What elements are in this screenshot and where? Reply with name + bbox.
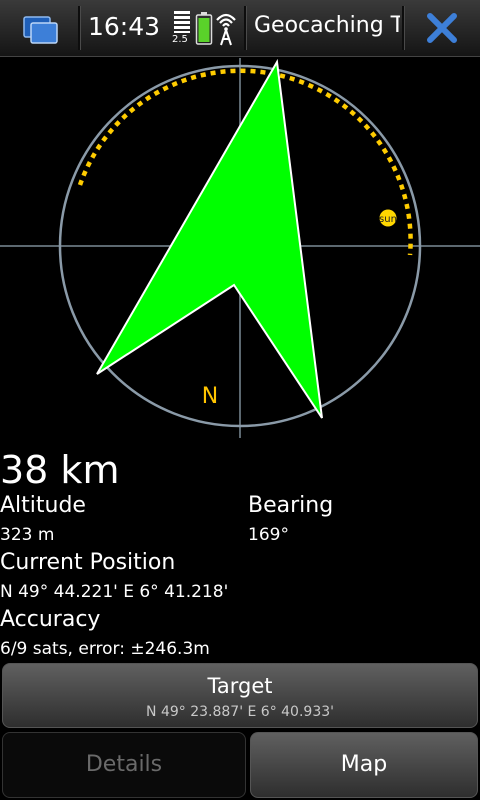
separator bbox=[402, 6, 405, 50]
details-button[interactable]: Details bbox=[2, 732, 246, 798]
clock: 16:43 bbox=[88, 12, 161, 41]
battery-icon bbox=[195, 11, 213, 45]
target-button[interactable]: Target N 49° 23.887' E 6° 40.933' bbox=[2, 663, 478, 728]
altitude-label: Altitude bbox=[0, 493, 86, 518]
distance-value: 38 km bbox=[0, 448, 120, 492]
app-title: Geocaching Too bbox=[254, 13, 400, 38]
map-button-label: Map bbox=[340, 752, 388, 777]
target-coordinates: N 49° 23.887' E 6° 40.933' bbox=[146, 704, 334, 720]
current-position-label: Current Position bbox=[0, 550, 176, 575]
wifi-icon bbox=[214, 10, 238, 46]
map-button[interactable]: Map bbox=[250, 732, 478, 798]
task-switcher-icon[interactable] bbox=[8, 6, 68, 50]
bearing-label: Bearing bbox=[248, 493, 334, 518]
altitude-value: 323 m bbox=[0, 525, 55, 545]
close-icon[interactable] bbox=[418, 6, 466, 50]
accuracy-value: 6/9 sats, error: ±246.3m bbox=[0, 639, 210, 659]
sun-label: sun bbox=[379, 214, 397, 225]
sun-icon: sun bbox=[379, 209, 397, 227]
accuracy-label: Accuracy bbox=[0, 607, 101, 632]
separator bbox=[244, 6, 247, 50]
current-position-value: N 49° 44.221' E 6° 41.218' bbox=[0, 582, 229, 602]
separator bbox=[78, 6, 81, 50]
bearing-value: 169° bbox=[248, 525, 289, 545]
network-type-label: 2.5 bbox=[172, 34, 188, 45]
details-button-label: Details bbox=[85, 752, 163, 777]
direction-arrow bbox=[96, 58, 323, 419]
target-button-label: Target bbox=[207, 674, 273, 698]
status-bar: 16:43 2.5 Geocaching Too bbox=[0, 0, 480, 57]
north-label: N bbox=[202, 384, 218, 409]
compass-view: sun N bbox=[0, 56, 480, 446]
